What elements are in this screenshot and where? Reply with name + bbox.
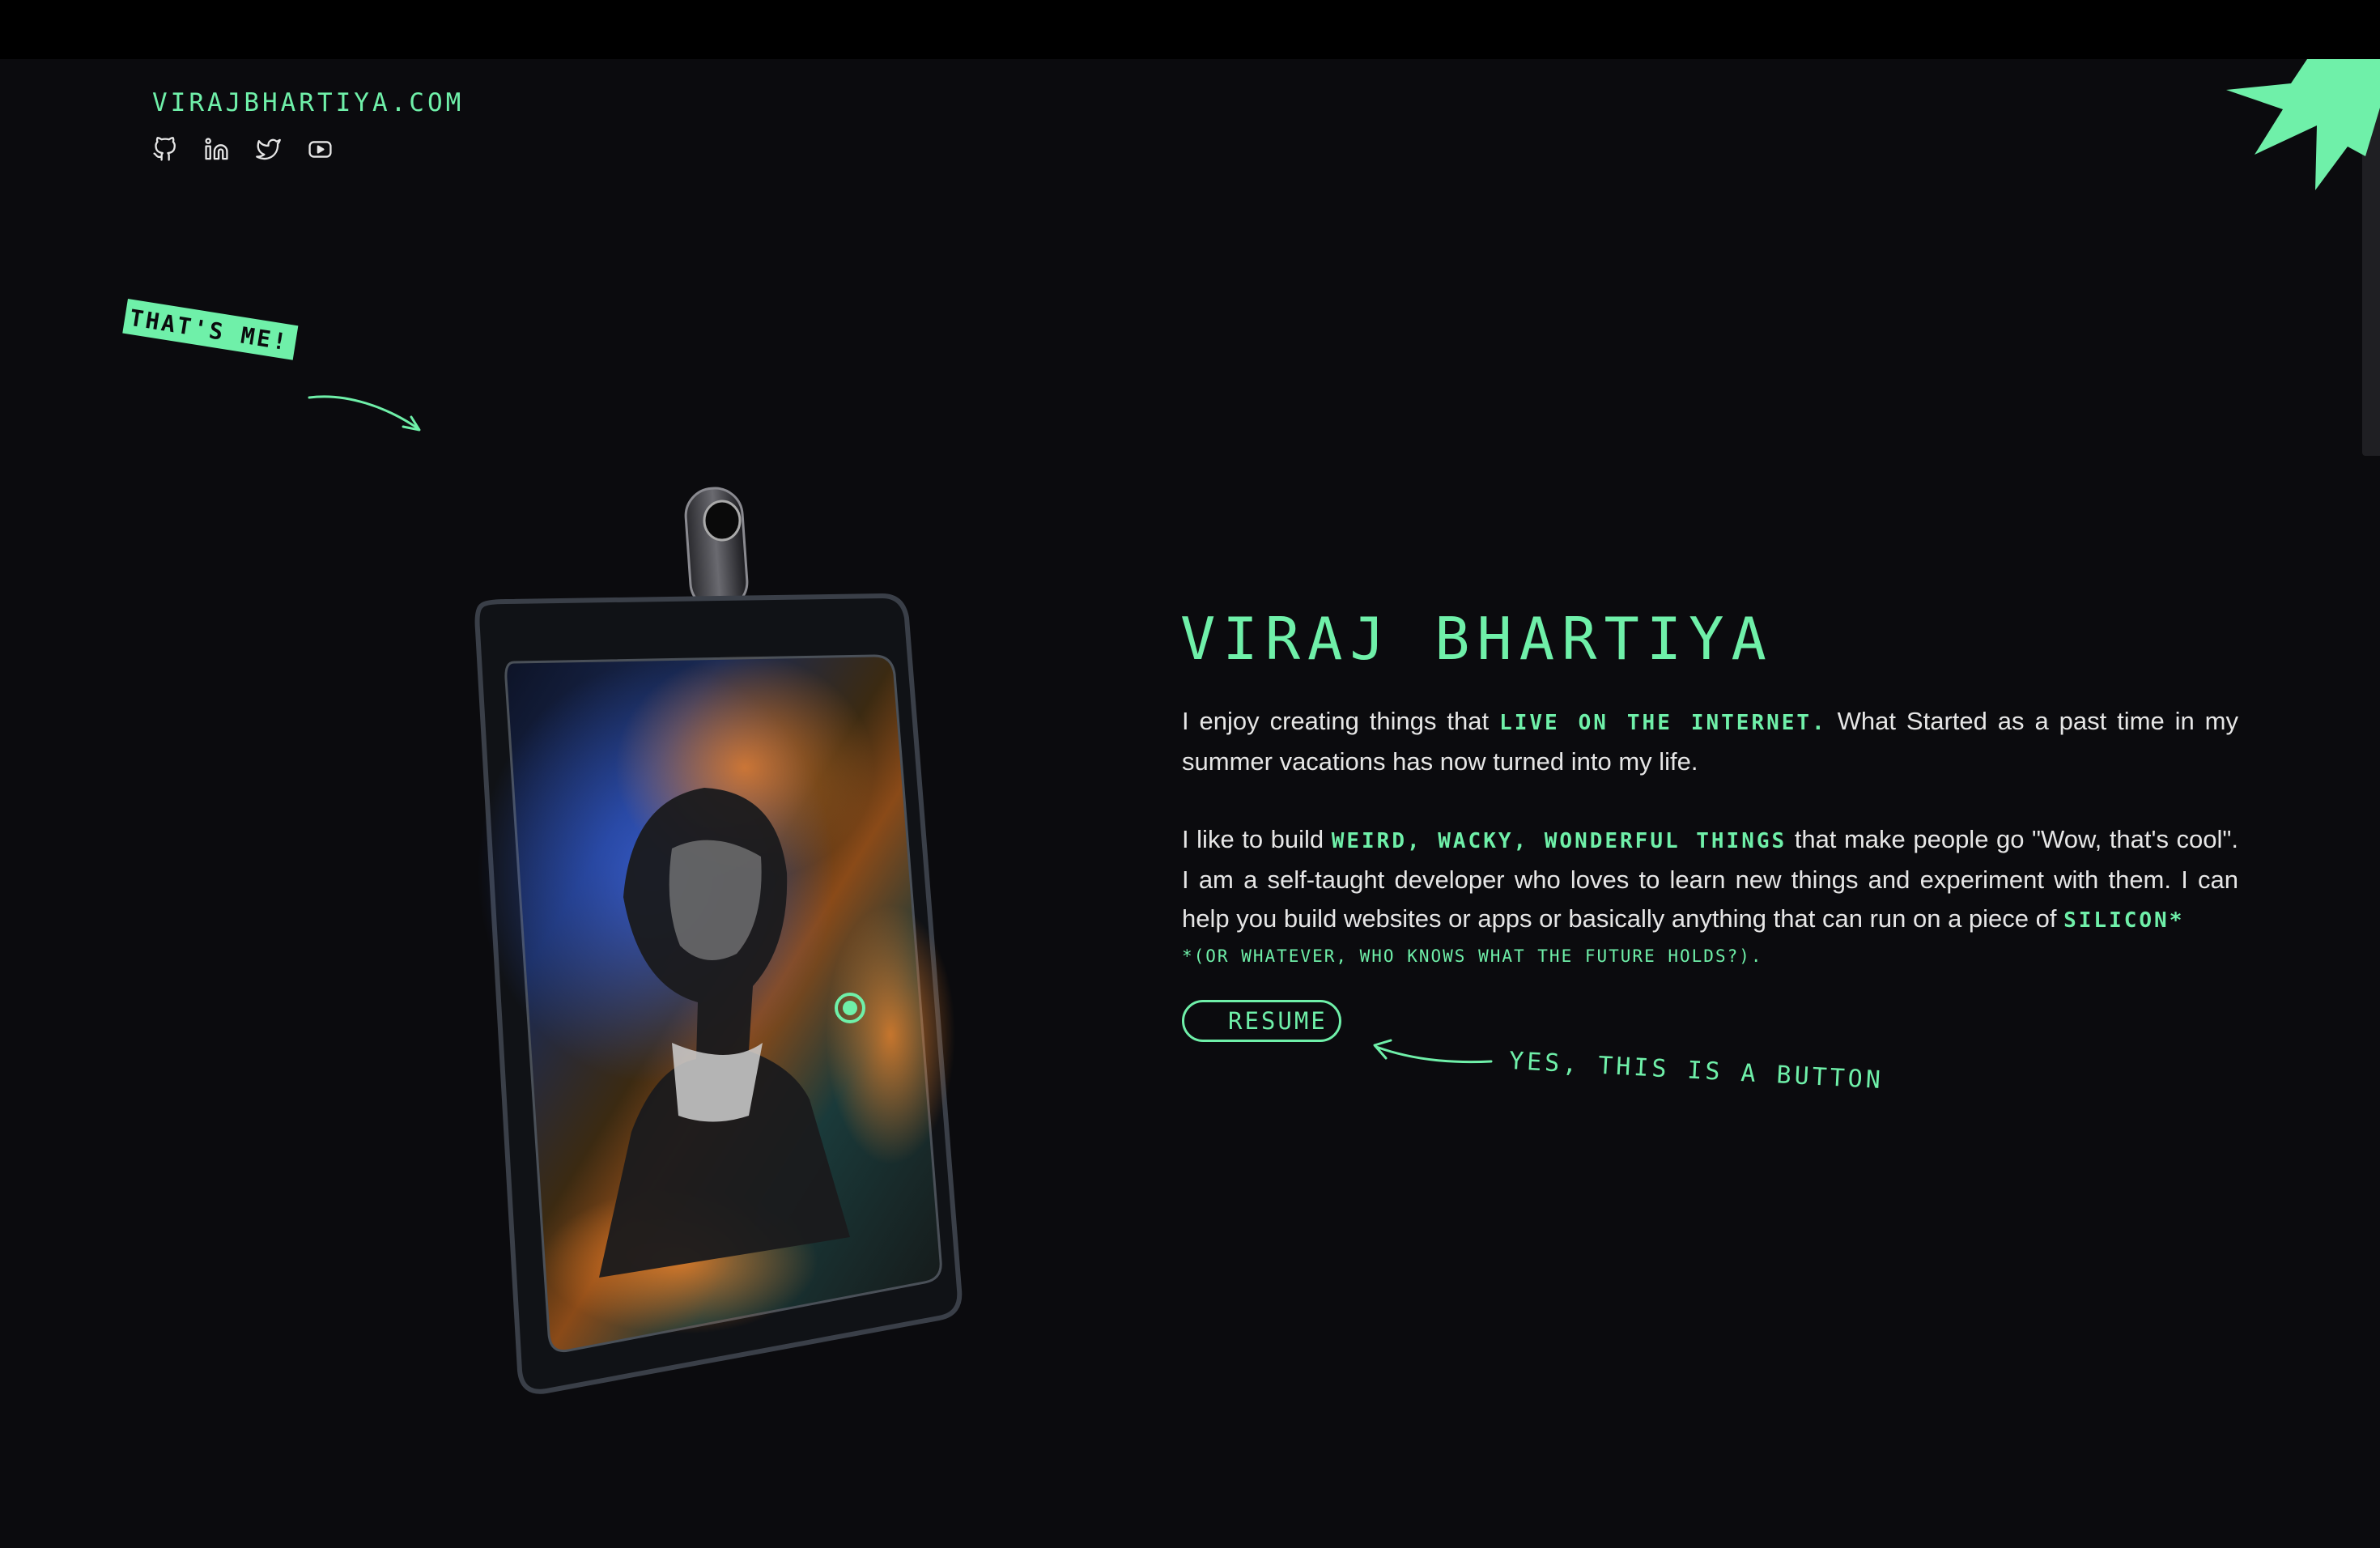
linkedin-icon[interactable] [204, 137, 229, 162]
arrow-icon [1373, 1039, 1493, 1064]
page: VIRAJBHARTIYA.COM THAT'S ME! VIRAJ BHART… [0, 59, 2380, 1548]
star-burst-icon [2226, 59, 2380, 190]
site-title-link[interactable]: VIRAJBHARTIYA.COM [152, 88, 464, 117]
highlight-text: WEIRD, WACKY, WONDERFUL THINGS [1331, 829, 1787, 853]
twitter-icon[interactable] [256, 137, 281, 162]
page-title: VIRAJ BHARTIYA [1180, 605, 1774, 673]
intro-paragraph-2: I like to build WEIRD, WACKY, WONDERFUL … [1182, 820, 2238, 940]
top-bar [0, 0, 2380, 59]
text-span: I enjoy creating things that [1182, 707, 1500, 735]
id-badge-graphic [474, 487, 963, 1394]
button-note: YES, THIS IS A BUTTON [1508, 1047, 1885, 1095]
text-span: I like to build [1182, 825, 1332, 853]
id-badge [470, 419, 1036, 1407]
footnote: *(OR WHATEVER, WHO KNOWS WHAT THE FUTURE… [1182, 946, 1763, 966]
arrow-icon [308, 395, 421, 432]
youtube-icon[interactable] [308, 137, 333, 162]
resume-button[interactable]: RESUME [1182, 1000, 1341, 1042]
intro-paragraph-1: I enjoy creating things that LIVE ON THE… [1182, 702, 2238, 781]
intro-section: VIRAJ BHARTIYA I enjoy creating things t… [1180, 605, 2238, 1042]
thats-me-label: THAT'S ME! [122, 299, 298, 360]
github-icon[interactable] [152, 137, 177, 162]
highlight-text: LIVE ON THE INTERNET. [1499, 711, 1827, 735]
social-links [152, 137, 333, 162]
highlight-text: SILICON* [2063, 908, 2185, 933]
